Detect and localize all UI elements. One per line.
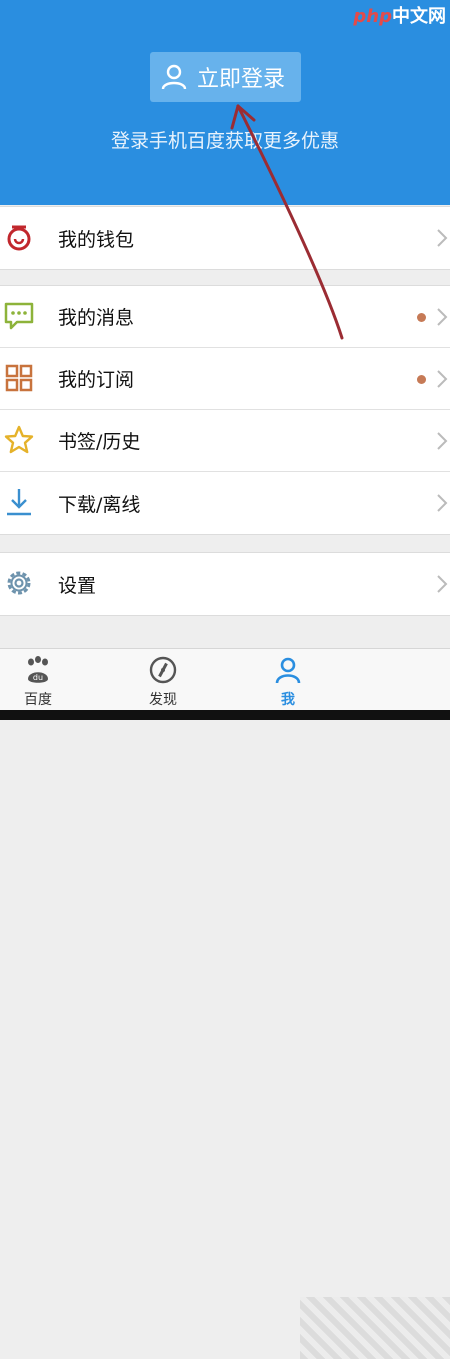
menu-item-wallet[interactable]: 我的钱包 (0, 207, 450, 269)
watermark-php: php (353, 6, 392, 27)
user-icon (275, 657, 301, 684)
unread-dot (417, 375, 426, 384)
menu-item-label: 书签/历史 (58, 431, 141, 453)
menu-item-settings[interactable]: 设置 (0, 553, 450, 615)
wallet-icon (7, 225, 31, 251)
bottom-edge (0, 710, 450, 720)
menu-group-main: 我的消息 我的订阅 书签/历史 下载/离线 (0, 285, 450, 535)
watermark-cn: 中文网 (392, 6, 446, 27)
menu-item-label: 下载/离线 (58, 493, 141, 516)
header-banner: php中文网 立即登录 登录手机百度获取更多优惠 (0, 0, 450, 205)
menu-group-settings: 设置 (0, 552, 450, 616)
tab-discover[interactable]: 发现 (118, 649, 208, 711)
tab-baidu[interactable]: du 百度 (0, 649, 83, 711)
baidu-paw-icon: du (28, 656, 48, 683)
chevron-right-icon (437, 575, 448, 593)
tab-label: 百度 (24, 692, 52, 708)
message-icon (4, 302, 34, 330)
chevron-right-icon (437, 308, 448, 326)
bottom-tab-bar: du 百度 发现 我 (0, 648, 450, 1359)
menu-group-wallet: 我的钱包 (0, 206, 450, 270)
menu-item-bookmarks[interactable]: 书签/历史 (0, 410, 450, 472)
user-icon (161, 64, 187, 90)
menu-item-downloads[interactable]: 下载/离线 (0, 472, 450, 534)
unread-dot (417, 313, 426, 322)
login-button[interactable]: 立即登录 (150, 52, 301, 102)
menu-item-label: 我的订阅 (58, 369, 135, 391)
compass-icon (149, 656, 177, 684)
svg-text:du: du (33, 673, 43, 682)
watermark: php中文网 (353, 2, 446, 28)
download-icon (7, 489, 31, 516)
star-icon (4, 425, 34, 454)
tab-label: 发现 (149, 692, 177, 708)
gear-icon (7, 571, 31, 595)
tab-me[interactable]: 我 (243, 649, 333, 711)
tab-label: 我 (281, 692, 295, 708)
chevron-right-icon (437, 432, 448, 450)
menu-item-label: 设置 (58, 574, 97, 597)
chevron-right-icon (437, 229, 448, 247)
chevron-right-icon (437, 494, 448, 512)
menu-item-label: 我的钱包 (58, 228, 135, 251)
obscured-area (300, 1297, 450, 1359)
menu-item-subscriptions[interactable]: 我的订阅 (0, 348, 450, 410)
menu-item-messages[interactable]: 我的消息 (0, 286, 450, 348)
chevron-right-icon (437, 370, 448, 388)
login-subtitle: 登录手机百度获取更多优惠 (110, 130, 339, 152)
grid-icon (5, 364, 33, 392)
menu-item-label: 我的消息 (58, 307, 135, 329)
login-button-label: 立即登录 (197, 67, 286, 92)
